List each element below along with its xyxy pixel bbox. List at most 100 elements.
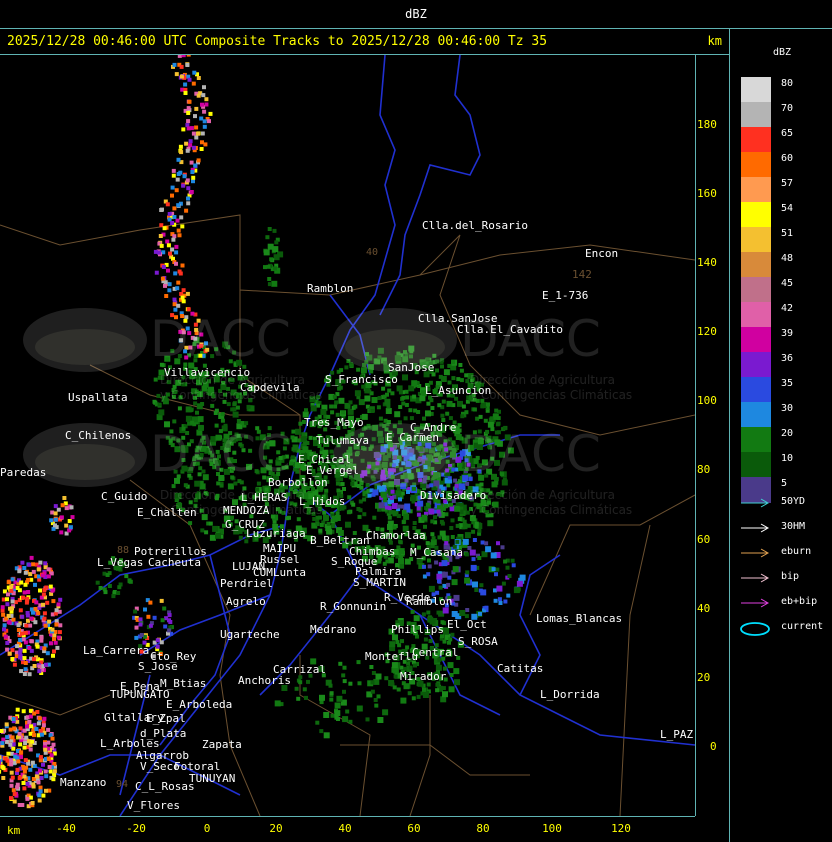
place-label: V_Flores xyxy=(127,799,180,812)
x-tick-label: 40 xyxy=(338,822,352,835)
place-label: Phillips xyxy=(391,623,444,636)
watermark-line1: Dirección de Agricultura xyxy=(470,373,615,387)
place-label: Borbollon xyxy=(268,476,328,489)
place-label: SanJose xyxy=(388,361,435,374)
y-tick-label: 60 xyxy=(697,533,711,546)
place-label: S_MARTIN xyxy=(353,576,406,589)
place-label: E_1-736 xyxy=(542,289,589,302)
legend-swatch xyxy=(741,402,771,428)
place-label: Tulumaya xyxy=(316,434,369,447)
dacc-logo-icon xyxy=(23,308,147,372)
place-label: Monteflu xyxy=(365,650,418,663)
legend-swatch xyxy=(741,102,771,128)
watermark-line2: y Contingencias Climáticas xyxy=(470,503,633,517)
legend-swatch-label: 35 xyxy=(781,378,794,389)
legend-swatch xyxy=(741,177,771,203)
place-label: Chamorlaa xyxy=(366,529,426,542)
place-label: MENDOZA xyxy=(223,504,270,517)
track-legend-item: 50YD xyxy=(739,495,831,511)
legend-swatch-label: 30 xyxy=(781,403,794,414)
place-label: Encon xyxy=(585,247,619,260)
place-label: E_Carmen xyxy=(386,431,439,444)
place-label: Uspallata xyxy=(68,391,128,404)
place-label: Divisadero xyxy=(420,489,487,502)
legend-swatch xyxy=(741,127,771,153)
place-label: 94 xyxy=(116,779,129,790)
radar-map[interactable]: DACC Dirección de Agricultura y Continge… xyxy=(0,55,695,816)
track-legend-item: bip xyxy=(739,570,831,586)
place-label: S_Jose xyxy=(138,660,178,673)
place-label: 88 xyxy=(117,545,130,556)
legend-swatch xyxy=(741,452,771,478)
watermark-brand: DACC xyxy=(460,425,601,483)
place-label: Medrano xyxy=(310,623,357,636)
place-label: Mirador xyxy=(400,670,447,683)
place-label: Anchoris xyxy=(238,674,291,687)
legend-swatch-label: 80 xyxy=(781,78,794,89)
place-label: Cacheuta xyxy=(148,556,201,569)
place-label: S_ROSA xyxy=(458,635,498,648)
y-tick-label: 80 xyxy=(697,463,711,476)
track-legend-label: eburn xyxy=(781,546,812,557)
frame-legend-border xyxy=(729,28,730,842)
legend-swatch-label: 51 xyxy=(781,228,794,239)
x-tick-label: 120 xyxy=(611,822,631,835)
place-label: El_Oct xyxy=(447,618,487,631)
legend-swatch-label: 54 xyxy=(781,203,794,214)
y-tick-label: 20 xyxy=(697,671,711,684)
legend-swatch xyxy=(741,352,771,378)
frame-map-bottom-border xyxy=(0,816,695,817)
legend-swatch-label: 65 xyxy=(781,128,794,139)
header-unit: km xyxy=(707,34,722,48)
track-legend-label: eb+bip xyxy=(781,596,818,607)
watermark-brand: DACC xyxy=(150,310,291,368)
place-label: L_Asuncion xyxy=(425,384,492,397)
place-label: Catitas xyxy=(497,662,544,675)
x-tick-label: -20 xyxy=(126,822,146,835)
legend-swatch-label: 5 xyxy=(781,478,788,489)
x-tick-label: 0 xyxy=(203,822,211,835)
legend-swatch xyxy=(741,227,771,253)
current-ellipse-icon xyxy=(740,622,770,636)
place-label: Lomas_Blancas xyxy=(536,612,623,625)
place-label: 40 xyxy=(366,247,379,258)
legend-title: dBZ xyxy=(773,47,792,58)
watermark-line2: y Contingencias Climáticas xyxy=(470,388,633,402)
place-label: C_Guido xyxy=(101,490,148,503)
header-timestamp: 2025/12/28 00:46:00 UTC Composite Tracks… xyxy=(7,34,548,49)
legend-swatch-label: 70 xyxy=(781,103,794,114)
place-label: S_Francisco xyxy=(325,373,398,386)
place-label: L_PAZ xyxy=(660,728,694,741)
track-arrow-icon xyxy=(741,498,770,508)
legend-swatch-label: 60 xyxy=(781,153,794,164)
place-label: Ramblon xyxy=(307,282,354,295)
watermark-line1: Dirección de Agricultura xyxy=(470,488,615,502)
legend-swatch-label: 45 xyxy=(781,278,794,289)
watermark-brand: DACC xyxy=(150,425,291,483)
place-label: Luzuriaga xyxy=(246,527,306,540)
place-label: Manzano xyxy=(60,776,107,789)
x-tick-label: 80 xyxy=(476,822,490,835)
place-label: Zapata xyxy=(202,738,242,751)
place-label: Tres_Mayo xyxy=(304,416,364,429)
legend-panel: dBZ 80 70 65 60 57 54 51 48 45 42 39 36 35 30 20 10 5 50… xyxy=(731,29,832,842)
place-label: Clla.El_Cavadito xyxy=(457,323,563,336)
place-label: Central xyxy=(412,646,459,659)
legend-swatch-label: 42 xyxy=(781,303,794,314)
track-legend-label: current xyxy=(781,621,824,632)
legend-swatch-label: 20 xyxy=(781,428,794,439)
place-label: Paredas xyxy=(0,466,47,479)
track-arrow-icon xyxy=(741,523,770,533)
x-tick-label: 60 xyxy=(407,822,421,835)
y-tick-label: 0 xyxy=(710,740,717,753)
x-axis-unit: km xyxy=(7,824,21,837)
legend-swatch xyxy=(741,427,771,453)
y-tick-label: 160 xyxy=(697,187,717,200)
track-arrow-icon xyxy=(741,573,770,583)
y-tick-label: 100 xyxy=(697,394,717,407)
watermark-1: DACC Dirección de Agricultura y Continge… xyxy=(20,305,322,402)
place-label: E_Arboleda xyxy=(166,698,233,711)
legend-swatch-label: 39 xyxy=(781,328,794,339)
place-label: Ramblon xyxy=(406,595,453,608)
legend-swatch xyxy=(741,152,771,178)
